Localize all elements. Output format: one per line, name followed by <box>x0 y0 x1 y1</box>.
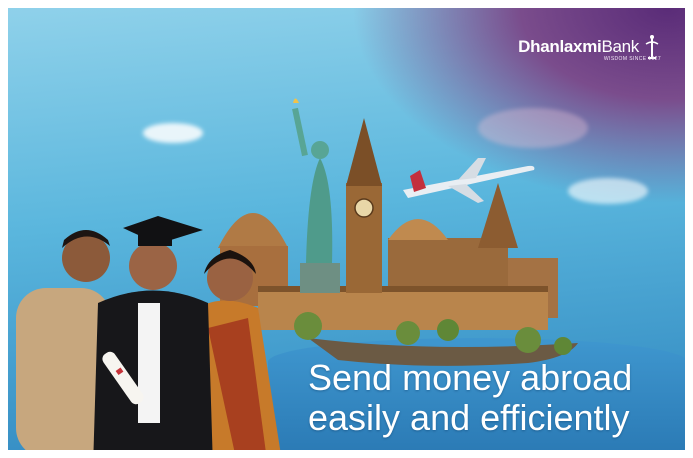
family-photo <box>16 216 281 450</box>
airplane <box>403 158 535 203</box>
graduate <box>93 216 213 450</box>
headline: Send money abroad easily and efficiently <box>308 358 678 438</box>
headline-line-1: Send money abroad <box>308 357 633 398</box>
brand-name: DhanlaxmiBank <box>518 37 639 56</box>
brand-tagline: WISDOM SINCE 1927 <box>603 56 661 62</box>
ad-banner[interactable]: DhanlaxmiBank WISDOM SINCE 1927 Send mon… <box>8 8 685 450</box>
headline-line-2: easily and efficiently <box>308 397 630 438</box>
